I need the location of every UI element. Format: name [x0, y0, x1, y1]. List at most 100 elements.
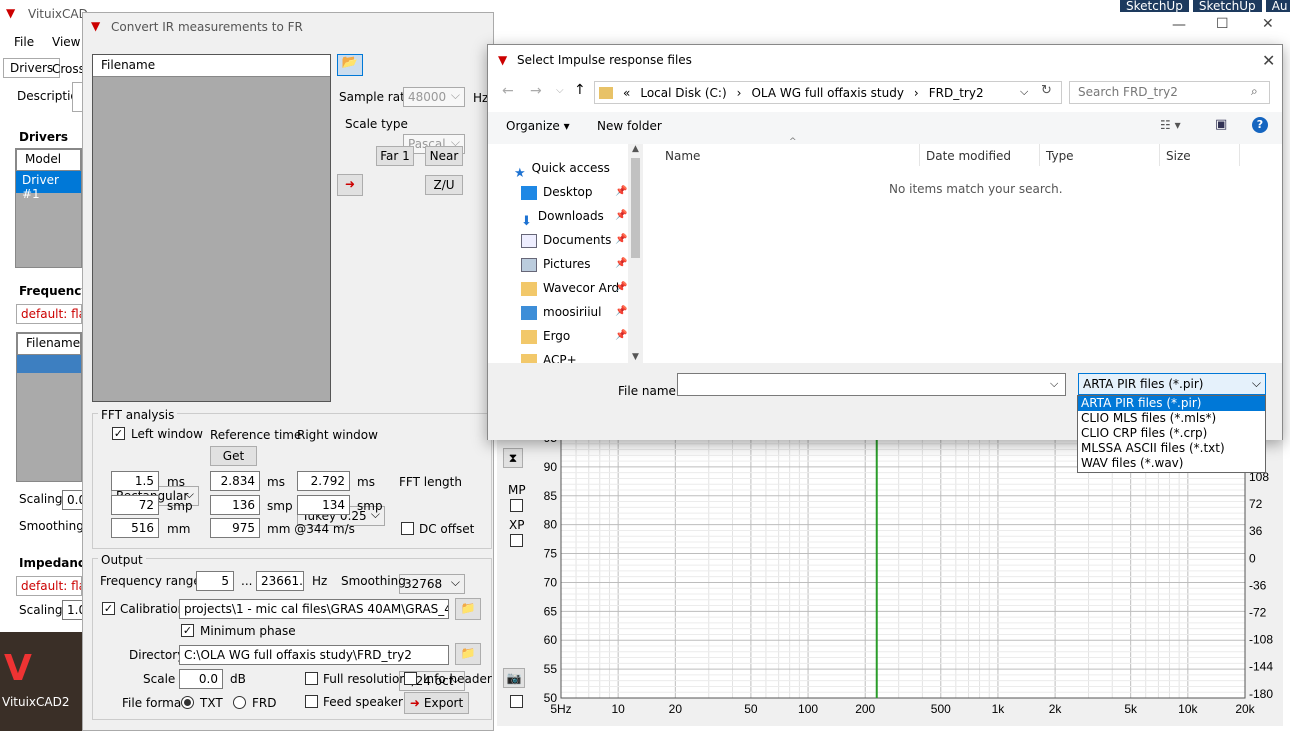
- nav-quick-access[interactable]: ★ Quick access: [514, 156, 610, 181]
- nav-wavecor[interactable]: Wavecor Ard: [521, 276, 619, 300]
- zu-button[interactable]: Z/U: [425, 175, 463, 195]
- file-list[interactable]: ^ Name Date modified Type Size No items …: [643, 137, 1282, 364]
- close-icon[interactable]: ✕: [1262, 16, 1274, 32]
- file-type-option-mls[interactable]: CLIO MLS files (*.mls*): [1078, 411, 1265, 426]
- search-icon[interactable]: ⌕: [1251, 84, 1258, 99]
- minimize-icon[interactable]: —: [1172, 17, 1186, 33]
- pin-icon[interactable]: 📌: [615, 234, 627, 245]
- far1-button[interactable]: Far 1: [376, 146, 414, 166]
- nav-acp[interactable]: ACP+: [521, 348, 577, 364]
- column-divider[interactable]: [1039, 144, 1040, 166]
- scaling2-input[interactable]: 1.0: [62, 600, 82, 620]
- zoom-fit-icon[interactable]: ⧗: [503, 448, 523, 468]
- pin-icon[interactable]: 📌: [615, 330, 627, 341]
- new-folder-button[interactable]: New folder: [597, 119, 662, 133]
- ref-smp-input[interactable]: 136: [210, 495, 260, 515]
- description-field[interactable]: [72, 82, 82, 112]
- organize-button[interactable]: Organize ▾: [506, 119, 570, 133]
- freq-max-input[interactable]: 23661.6: [256, 571, 304, 591]
- taskbar-sketchup-1[interactable]: SketchUp: [1120, 0, 1189, 12]
- ref-ms-input[interactable]: 2.834: [210, 471, 260, 491]
- scroll-up-icon[interactable]: ▲: [628, 144, 643, 154]
- help-icon[interactable]: ?: [1252, 117, 1268, 133]
- back-arrow-icon[interactable]: ←: [502, 83, 514, 99]
- full-resolution-checkbox[interactable]: [305, 672, 318, 685]
- speaker-arrow-icon[interactable]: ➜: [337, 174, 363, 196]
- pin-icon[interactable]: 📌: [615, 210, 627, 221]
- drivers-list[interactable]: Model Driver #1: [15, 148, 82, 268]
- breadcrumb-local-disk[interactable]: Local Disk (C:): [640, 86, 726, 100]
- column-date-modified[interactable]: Date modified: [926, 149, 1011, 163]
- search-input[interactable]: Search FRD_try2: [1069, 81, 1270, 104]
- column-divider[interactable]: [919, 144, 920, 166]
- pin-icon[interactable]: 📌: [615, 258, 627, 269]
- frd-radio[interactable]: [233, 696, 246, 709]
- breadcrumb-frd-try2[interactable]: FRD_try2: [929, 86, 984, 100]
- ir-file-list-header[interactable]: Filename: [93, 55, 330, 77]
- left-ms-input[interactable]: 1.5: [111, 471, 159, 491]
- desktop-icon-label[interactable]: VituixCAD2: [2, 695, 70, 709]
- maximize-icon[interactable]: ☐: [1216, 16, 1229, 32]
- pin-icon[interactable]: 📌: [615, 186, 627, 197]
- taskbar-sketchup-2[interactable]: SketchUp: [1192, 0, 1262, 12]
- list-item[interactable]: Driver #1: [16, 171, 81, 201]
- address-dropdown-icon[interactable]: ⌵: [1020, 85, 1028, 99]
- directory-path-input[interactable]: C:\OLA WG full offaxis study\FRD_try2: [179, 645, 449, 665]
- export-button[interactable]: ➜ Export: [404, 692, 469, 714]
- drivers-list-header[interactable]: Model: [16, 149, 81, 171]
- file-type-select[interactable]: ARTA PIR files (*.pir) ⌵: [1078, 373, 1266, 395]
- recent-dropdown-icon[interactable]: ⌵: [556, 85, 564, 96]
- impedance-default-field[interactable]: default: flat 8: [16, 576, 82, 596]
- info-header-checkbox[interactable]: [404, 672, 417, 685]
- right-ms-input[interactable]: 2.792: [297, 471, 350, 491]
- file-type-option-wav[interactable]: WAV files (*.wav): [1078, 456, 1265, 471]
- forward-arrow-icon[interactable]: →: [530, 83, 542, 99]
- calibration-folder-icon[interactable]: 📁: [455, 598, 481, 620]
- near-button[interactable]: Near: [425, 146, 463, 166]
- ref-mm-input[interactable]: 975: [210, 518, 260, 538]
- left-mm-input[interactable]: 516: [111, 518, 159, 538]
- nav-desktop[interactable]: Desktop: [521, 180, 593, 204]
- up-arrow-icon[interactable]: ↑: [574, 82, 586, 98]
- mp-checkbox[interactable]: [510, 499, 523, 512]
- file-type-option-pir[interactable]: ARTA PIR files (*.pir): [1078, 396, 1265, 411]
- file-name-dropdown-icon[interactable]: ⌵: [1050, 377, 1058, 391]
- nav-pictures[interactable]: Pictures: [521, 252, 591, 276]
- freq-min-input[interactable]: 5: [196, 571, 234, 591]
- frequency-list-header[interactable]: Filename: [17, 333, 81, 355]
- column-divider[interactable]: [1239, 144, 1240, 166]
- camera-checkbox[interactable]: [510, 695, 523, 708]
- frequency-default-field[interactable]: default: flat 8: [16, 304, 82, 324]
- xp-checkbox[interactable]: [510, 534, 523, 547]
- file-type-option-crp[interactable]: CLIO CRP files (*.crp): [1078, 426, 1265, 441]
- preview-pane-icon[interactable]: ▣: [1215, 117, 1227, 132]
- calibration-path-input[interactable]: projects\1 - mic cal files\GRAS 40AM\GRA…: [179, 599, 449, 619]
- breadcrumb-overflow[interactable]: «: [623, 86, 630, 100]
- sample-rate-select[interactable]: 48000: [403, 87, 465, 107]
- file-type-option-txt[interactable]: MLSSA ASCII files (*.txt): [1078, 441, 1265, 456]
- pin-icon[interactable]: 📌: [615, 306, 627, 317]
- minimum-phase-checkbox[interactable]: ✓: [181, 624, 194, 637]
- scroll-down-icon[interactable]: ▼: [628, 352, 643, 362]
- column-size[interactable]: Size: [1166, 149, 1191, 163]
- address-bar[interactable]: « Local Disk (C:) › OLA WG full offaxis …: [594, 81, 1062, 104]
- dc-offset-checkbox[interactable]: [401, 522, 414, 535]
- frequency-file-list[interactable]: Filename: [16, 332, 82, 482]
- nav-downloads[interactable]: ⬇ Downloads: [521, 204, 604, 229]
- nav-moosiriiul[interactable]: moosiriiul: [521, 300, 602, 324]
- column-name[interactable]: Name: [665, 149, 700, 163]
- scale-input[interactable]: 0.0: [179, 669, 223, 689]
- column-type[interactable]: Type: [1046, 149, 1074, 163]
- nav-scrollbar[interactable]: ▲ ▼: [628, 144, 643, 364]
- directory-folder-icon[interactable]: 📁: [455, 643, 481, 665]
- vituixcad-desktop-icon[interactable]: V: [4, 651, 52, 687]
- calibration-checkbox[interactable]: ✓: [102, 602, 115, 615]
- taskbar-au[interactable]: Au: [1265, 0, 1290, 12]
- left-smp-input[interactable]: 72: [111, 495, 159, 515]
- camera-icon[interactable]: 📷: [503, 668, 525, 688]
- get-button[interactable]: Get: [210, 446, 257, 466]
- ir-file-list[interactable]: Filename: [92, 54, 331, 402]
- nav-documents[interactable]: Documents: [521, 228, 611, 252]
- txt-radio[interactable]: [181, 696, 194, 709]
- scroll-thumb[interactable]: [631, 158, 640, 258]
